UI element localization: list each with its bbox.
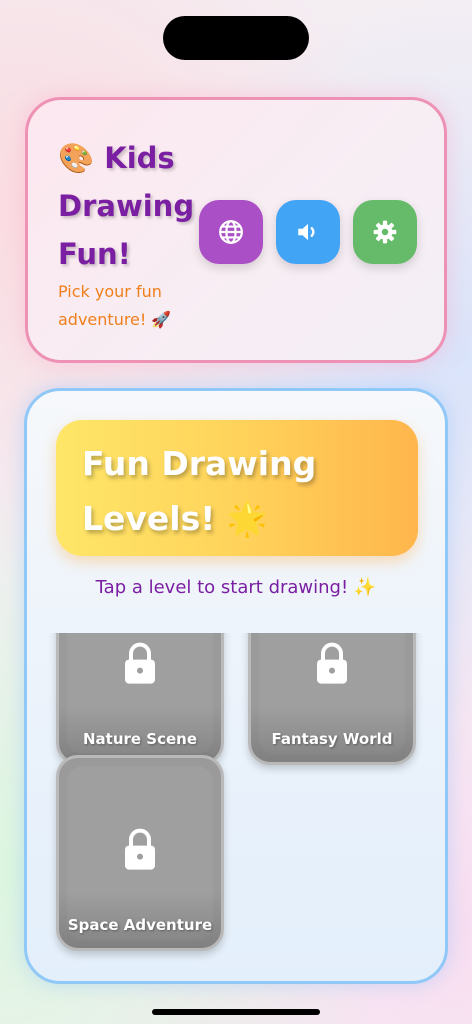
app-subtitle: Pick your fun adventure! 🚀 [58, 282, 172, 329]
levels-panel: Fun Drawing Levels! 🌟 Tap a level to sta… [24, 388, 448, 984]
language-button[interactable] [199, 200, 263, 264]
level-label: Space Adventure [67, 916, 213, 934]
lock-icon [125, 828, 155, 870]
app-title: 🎨 Kids Drawing Fun! [58, 134, 208, 278]
palette-emoji: 🎨 [58, 141, 95, 175]
levels-banner: Fun Drawing Levels! 🌟 [56, 420, 418, 556]
dynamic-island [163, 16, 309, 60]
gear-icon [373, 220, 397, 244]
settings-button[interactable] [353, 200, 417, 264]
level-card-nature-scene[interactable]: Nature Scene [56, 633, 224, 765]
speaker-icon [298, 223, 315, 241]
globe-icon [219, 220, 243, 244]
levels-grid[interactable]: Nature Scene Fantasy World Space Adventu… [27, 633, 445, 981]
sound-button[interactable] [276, 200, 340, 264]
level-card-space-adventure[interactable]: Space Adventure [56, 755, 224, 951]
level-label: Fantasy World [271, 730, 393, 748]
lock-icon [125, 642, 155, 684]
home-indicator[interactable] [152, 1009, 320, 1015]
levels-title: Fun Drawing Levels! 🌟 [82, 436, 402, 546]
levels-title-text: Fun Drawing Levels! [82, 444, 317, 538]
star-emoji: 🌟 [226, 499, 268, 538]
tap-hint: Tap a level to start drawing! ✨ [95, 577, 377, 598]
header-card: 🎨 Kids Drawing Fun! Pick your fun advent… [25, 97, 447, 363]
lock-icon [317, 642, 347, 684]
level-card-fantasy-world[interactable]: Fantasy World [248, 633, 416, 765]
level-label: Nature Scene [82, 730, 198, 748]
